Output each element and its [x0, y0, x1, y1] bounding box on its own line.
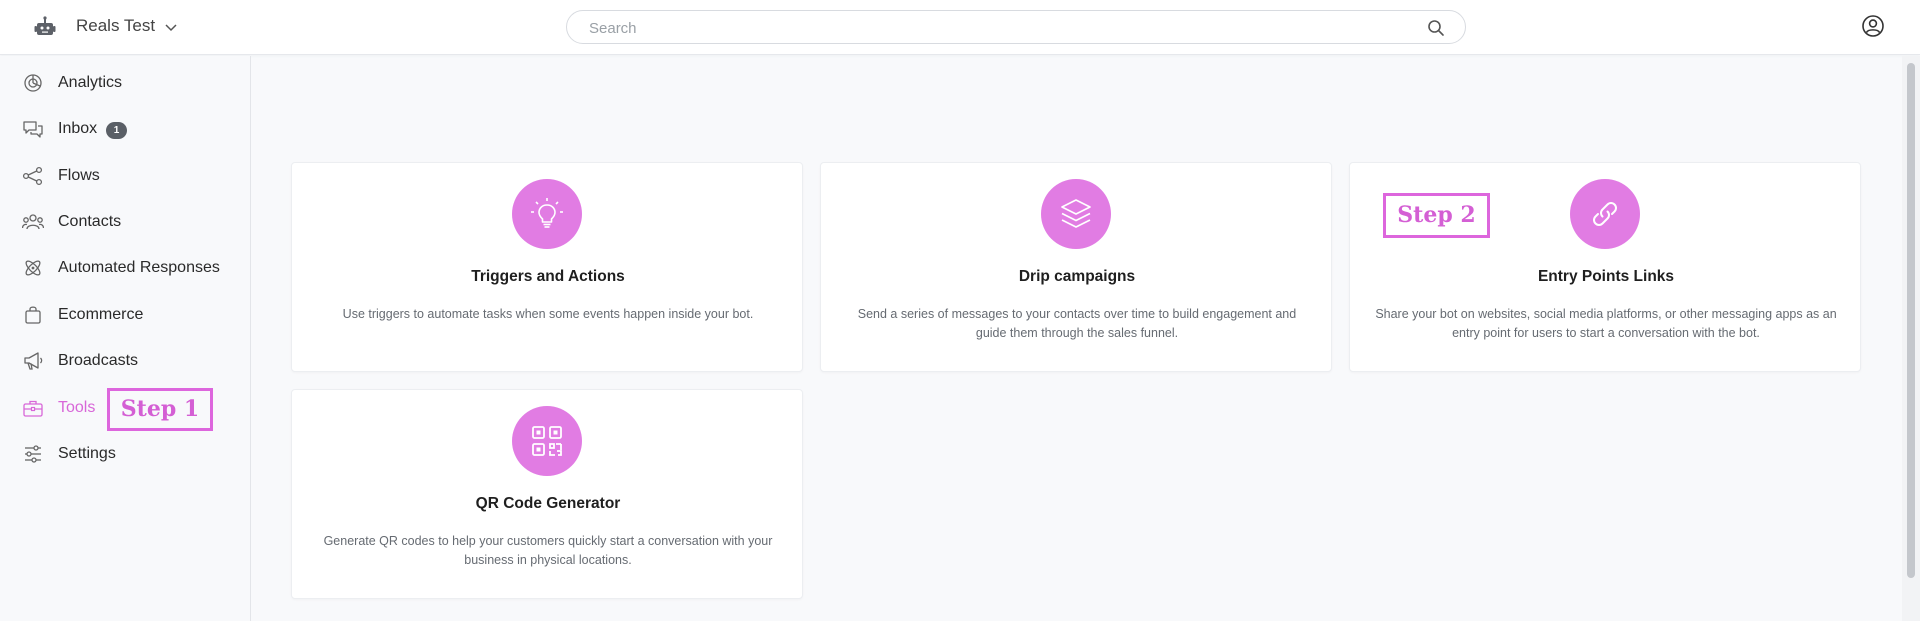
- sidebar-item-label: Flows: [58, 167, 100, 184]
- pie-chart-icon: [24, 74, 42, 92]
- sidebar-item-ecommerce[interactable]: Ecommerce: [0, 295, 250, 335]
- card-title: Drip campaigns: [1018, 268, 1136, 285]
- card-description: Send a series of messages to your contac…: [857, 307, 1297, 340]
- search-input[interactable]: [589, 18, 1409, 38]
- layers-icon: [1061, 199, 1091, 228]
- triggers-and-actions-card[interactable]: Triggers and Actions Use triggers to aut…: [291, 162, 803, 372]
- card-description: Use triggers to automate tasks when some…: [342, 307, 754, 321]
- sidebar-item-label: Automated Responses: [58, 259, 220, 276]
- sidebar-item-flows[interactable]: Flows: [0, 156, 250, 196]
- sidebar-item-inbox[interactable]: Inbox 1: [0, 109, 250, 149]
- toolbox-icon: [23, 400, 43, 417]
- sidebar-item-label: Settings: [58, 445, 116, 462]
- card-icon-circle: [1041, 179, 1111, 249]
- sidebar-item-analytics[interactable]: Analytics: [0, 63, 250, 103]
- sidebar-item-label: Contacts: [58, 213, 122, 230]
- card-icon-circle: [1570, 179, 1640, 249]
- chevron-down-icon[interactable]: [164, 20, 178, 34]
- sidebar-item-label: Broadcasts: [58, 352, 139, 369]
- card-title: Triggers and Actions: [471, 268, 625, 285]
- sidebar-item-settings[interactable]: Settings: [0, 434, 250, 474]
- sliders-icon: [25, 445, 41, 463]
- user-circle-icon[interactable]: [1861, 14, 1885, 38]
- qr-code-icon: [532, 426, 562, 456]
- megaphone-icon: [24, 352, 43, 370]
- search-icon[interactable]: [1427, 19, 1445, 37]
- search-bar[interactable]: [566, 10, 1466, 44]
- chat-bubbles-icon: [23, 121, 43, 138]
- card-icon-circle: [512, 179, 582, 249]
- link-icon: [1593, 202, 1617, 226]
- card-icon-circle: [512, 406, 582, 476]
- card-title: QR Code Generator: [475, 495, 621, 512]
- sidebar: Analytics Inbox 1 Flows Contacts Automat…: [0, 56, 251, 621]
- sidebar-item-label: Analytics: [58, 74, 123, 91]
- qr-code-generator-card[interactable]: QR Code Generator Generate QR codes to h…: [291, 389, 803, 599]
- sidebar-item-broadcasts[interactable]: Broadcasts: [0, 341, 250, 381]
- drip-campaigns-card[interactable]: Drip campaigns Send a series of messages…: [820, 162, 1332, 372]
- flows-icon: [22, 166, 43, 186]
- tools-grid: Triggers and Actions Use triggers to aut…: [252, 56, 1902, 621]
- scrollbar-thumb[interactable]: [1907, 63, 1915, 578]
- card-description: Generate QR codes to help your customers…: [323, 534, 773, 567]
- contacts-icon: [22, 214, 44, 230]
- shopping-bag-icon: [25, 306, 41, 324]
- robot-icon[interactable]: [33, 15, 57, 39]
- sidebar-item-contacts[interactable]: Contacts: [0, 202, 250, 242]
- card-title: Entry Points Links: [1537, 268, 1675, 285]
- unread-count-badge: 1: [106, 122, 127, 139]
- sidebar-item-label: Tools: [58, 399, 96, 416]
- step-2-annotation: Step 2: [1383, 193, 1490, 238]
- lightbulb-icon: [531, 198, 563, 228]
- step-1-annotation: Step 1: [107, 388, 213, 431]
- atom-icon: [25, 260, 41, 276]
- sidebar-item-label: Inbox: [58, 120, 98, 137]
- card-description: Share your bot on websites, social media…: [1375, 307, 1837, 340]
- sidebar-item-label: Ecommerce: [58, 306, 144, 323]
- top-header: Reals Test: [0, 0, 1920, 55]
- sidebar-item-automated-responses[interactable]: Automated Responses: [0, 248, 250, 288]
- workspace-name[interactable]: Reals Test: [76, 16, 155, 36]
